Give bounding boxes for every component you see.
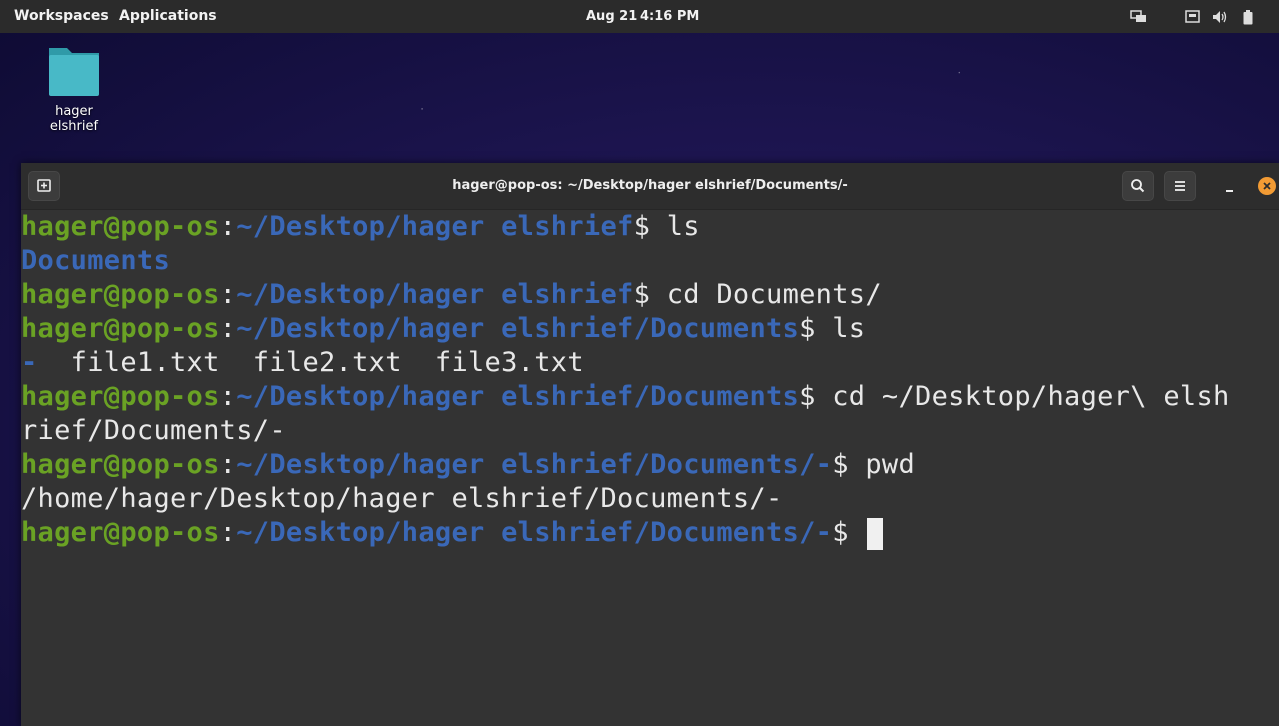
prompt-user: hager@pop-os <box>21 517 220 548</box>
terminal-line: hager@pop-os:~/Desktop/hager elshrief/Do… <box>21 312 1279 346</box>
desktop-folder[interactable]: hager elshrief <box>30 42 118 134</box>
prompt-path: ~/Desktop/hager elshrief <box>236 279 634 310</box>
close-icon <box>1263 182 1271 190</box>
prompt-user: hager@pop-os <box>21 279 220 310</box>
network-icon[interactable] <box>1185 10 1200 27</box>
prompt-separator: : <box>219 279 237 310</box>
close-button[interactable] <box>1258 177 1276 195</box>
folder-icon <box>49 48 99 96</box>
command-text: $ cd ~/Desktop/hager\ elsh <box>799 381 1230 412</box>
prompt-path: ~/Desktop/hager elshrief <box>236 211 634 242</box>
file-list: file1.txt file2.txt file3.txt <box>37 347 584 378</box>
display-icon[interactable] <box>1130 10 1147 28</box>
text-cursor <box>867 517 884 550</box>
terminal-line: rief/Documents/- <box>21 414 1279 448</box>
command-text: $ pwd <box>832 449 916 480</box>
prompt-separator: : <box>219 517 237 548</box>
prompt-user: hager@pop-os <box>21 313 220 344</box>
minimize-button[interactable] <box>1217 171 1245 201</box>
workspaces-button[interactable]: Workspaces <box>14 0 109 33</box>
prompt-path: ~/Desktop/hager elshrief/Documents <box>236 313 800 344</box>
terminal-line: hager@pop-os:~/Desktop/hager elshrief/Do… <box>21 516 1279 550</box>
directory-entry: - <box>21 347 38 378</box>
search-button[interactable] <box>1122 171 1154 201</box>
minimize-icon <box>1226 190 1233 192</box>
desktop-screen: Workspaces Applications Aug 21 4:16 PM h… <box>0 0 1279 726</box>
directory-entry: Documents <box>21 245 170 276</box>
terminal-line: - file1.txt file2.txt file3.txt <box>21 346 1279 380</box>
terminal-window[interactable]: hager@pop-os: ~/Desktop/hager elshrief/D… <box>21 163 1279 726</box>
command-text: $ cd Documents/ <box>633 279 882 310</box>
prompt-user: hager@pop-os <box>21 211 220 242</box>
command-output: /home/hager/Desktop/hager elshrief/Docum… <box>21 483 783 514</box>
prompt-user: hager@pop-os <box>21 381 220 412</box>
terminal-line: hager@pop-os:~/Desktop/hager elshrief$ c… <box>21 278 1279 312</box>
menu-button[interactable] <box>1164 171 1196 201</box>
prompt-path: ~/Desktop/hager elshrief/Documents <box>236 381 800 412</box>
volume-icon[interactable] <box>1212 10 1228 28</box>
prompt-separator: : <box>219 313 237 344</box>
top-panel: Workspaces Applications Aug 21 4:16 PM <box>0 0 1279 33</box>
prompt-separator: : <box>219 211 237 242</box>
battery-icon[interactable] <box>1243 10 1253 29</box>
folder-label: hager elshrief <box>49 104 99 134</box>
prompt-separator: : <box>219 381 237 412</box>
prompt-path: ~/Desktop/hager elshrief/Documents/- <box>236 449 833 480</box>
wrapped-command-text: rief/Documents/- <box>21 415 286 446</box>
terminal-output[interactable]: hager@pop-os:~/Desktop/hager elshrief$ l… <box>21 210 1279 726</box>
search-icon <box>1131 179 1145 193</box>
prompt-path: ~/Desktop/hager elshrief/Documents/- <box>236 517 833 548</box>
command-text: $ ls <box>633 211 700 242</box>
command-text: $ ls <box>799 313 866 344</box>
applications-button[interactable]: Applications <box>119 0 217 33</box>
clock-time[interactable]: 4:16 PM <box>640 0 699 33</box>
command-text: $ <box>832 517 866 548</box>
terminal-line: hager@pop-os:~/Desktop/hager elshrief$ l… <box>21 210 1279 244</box>
window-title: hager@pop-os: ~/Desktop/hager elshrief/D… <box>452 178 848 193</box>
hamburger-icon <box>1175 181 1185 191</box>
terminal-line: hager@pop-os:~/Desktop/hager elshrief/Do… <box>21 448 1279 482</box>
prompt-separator: : <box>219 449 237 480</box>
terminal-line: Documents <box>21 244 1279 278</box>
prompt-user: hager@pop-os <box>21 449 220 480</box>
terminal-line: hager@pop-os:~/Desktop/hager elshrief/Do… <box>21 380 1279 414</box>
terminal-line: /home/hager/Desktop/hager elshrief/Docum… <box>21 482 1279 516</box>
terminal-titlebar[interactable]: hager@pop-os: ~/Desktop/hager elshrief/D… <box>21 163 1279 210</box>
clock-date[interactable]: Aug 21 <box>586 0 637 33</box>
